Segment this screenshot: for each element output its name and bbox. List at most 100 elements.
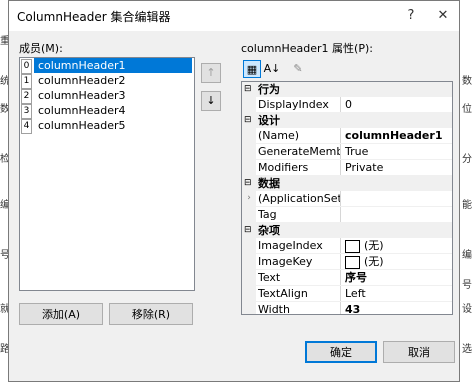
property-value: (无) — [364, 239, 384, 252]
ok-button[interactable]: 确定 — [305, 341, 377, 363]
item-label: columnHeader3 — [38, 89, 126, 102]
category-label: 杂项 — [258, 224, 280, 237]
collapse-icon[interactable]: ⊟ — [244, 113, 254, 128]
property-row[interactable]: Text 序号 — [242, 270, 452, 286]
item-index: 3 — [21, 104, 32, 119]
property-value[interactable]: Private — [345, 160, 383, 175]
list-item[interactable]: 0 columnHeader1 — [20, 58, 194, 74]
item-index: 0 — [21, 59, 32, 74]
property-row[interactable]: ImageKey (无) — [242, 254, 452, 270]
background-text: 能 — [462, 200, 472, 211]
property-name: (Name) — [258, 128, 341, 143]
background-text: 号 — [462, 280, 472, 291]
category-label: 数据 — [258, 177, 280, 190]
row-gutter — [242, 286, 256, 301]
property-name: Tag — [258, 207, 341, 222]
item-label: columnHeader5 — [38, 119, 126, 132]
background-window-right: 数 位 分 能 编 号 设 选 — [459, 0, 474, 382]
cancel-button[interactable]: 取消 — [383, 341, 455, 363]
property-row[interactable]: Modifiers Private — [242, 160, 452, 176]
background-text: 选 — [462, 344, 472, 355]
category-header[interactable]: ⊟ 行为 — [242, 82, 452, 97]
background-text: 编 — [462, 250, 472, 261]
property-name: Modifiers — [258, 160, 341, 175]
item-index: 1 — [21, 74, 32, 89]
expand-icon[interactable]: › — [242, 191, 256, 206]
members-list[interactable]: 0 columnHeader1 1 columnHeader2 2 column… — [19, 57, 195, 291]
alphabetical-icon[interactable]: A↓ — [263, 60, 281, 78]
property-name: GenerateMembe — [258, 144, 341, 159]
row-gutter — [242, 144, 256, 159]
move-up-button[interactable]: ↑ — [201, 63, 221, 83]
row-gutter — [242, 97, 256, 112]
category-label: 设计 — [258, 114, 280, 127]
categorized-icon[interactable]: ▦ — [243, 60, 261, 78]
help-icon[interactable]: ? — [397, 3, 425, 29]
close-icon[interactable]: ✕ — [429, 3, 457, 29]
property-value[interactable]: True — [345, 144, 368, 159]
item-label: columnHeader2 — [38, 74, 126, 87]
category-header[interactable]: ⊟ 设计 — [242, 113, 452, 128]
property-value-wrap[interactable]: (无) — [345, 254, 384, 269]
move-down-button[interactable]: ↓ — [201, 91, 221, 111]
list-item[interactable]: 3 columnHeader4 — [20, 103, 194, 119]
property-name: (ApplicationSettin — [258, 191, 341, 206]
property-row[interactable]: TextAlign Left — [242, 286, 452, 302]
property-row[interactable]: Width 43 — [242, 302, 452, 314]
list-item[interactable]: 2 columnHeader3 — [20, 88, 194, 104]
background-text: 位 — [462, 104, 472, 115]
list-item[interactable]: 4 columnHeader5 — [20, 118, 194, 134]
property-row[interactable]: (Name) columnHeader1 — [242, 128, 452, 144]
properties-label: columnHeader1 属性(P): — [241, 42, 373, 55]
list-item[interactable]: 1 columnHeader2 — [20, 73, 194, 89]
property-value[interactable]: 43 — [345, 302, 360, 314]
item-index: 4 — [21, 119, 32, 134]
add-button[interactable]: 添加(A) — [19, 303, 103, 325]
property-value-wrap[interactable]: (无) — [345, 238, 384, 253]
property-name: ImageIndex — [258, 238, 341, 253]
property-value[interactable]: columnHeader1 — [345, 128, 442, 143]
row-gutter — [242, 302, 256, 314]
property-value[interactable]: Left — [345, 286, 366, 301]
image-preview-icon — [345, 239, 360, 253]
collapse-icon[interactable]: ⊟ — [244, 176, 254, 191]
window-title: ColumnHeader 集合编辑器 — [17, 10, 171, 24]
collapse-icon[interactable]: ⊟ — [244, 82, 254, 97]
category-header[interactable]: ⊟ 数据 — [242, 176, 452, 191]
background-text: 数 — [462, 76, 472, 87]
property-row[interactable]: DisplayIndex 0 — [242, 97, 452, 113]
property-row[interactable]: ImageIndex (无) — [242, 238, 452, 254]
image-preview-icon — [345, 255, 360, 269]
property-pages-icon[interactable]: ✎ — [289, 60, 307, 78]
collapse-icon[interactable]: ⊟ — [244, 223, 254, 238]
collection-editor-dialog: ColumnHeader 集合编辑器 ? ✕ 成员(M): 0 columnHe… — [8, 0, 460, 382]
title-bar[interactable]: ColumnHeader 集合编辑器 ? ✕ — [9, 1, 459, 31]
row-gutter — [242, 238, 256, 253]
row-gutter — [242, 207, 256, 222]
remove-button[interactable]: 移除(R) — [109, 303, 193, 325]
property-row[interactable]: Tag — [242, 207, 452, 223]
property-row[interactable]: › (ApplicationSettin — [242, 191, 452, 207]
property-value: (无) — [364, 255, 384, 268]
property-value[interactable]: 0 — [345, 97, 352, 112]
property-name: ImageKey — [258, 254, 341, 269]
item-label: columnHeader4 — [38, 104, 126, 117]
property-name: TextAlign — [258, 286, 341, 301]
row-gutter — [242, 254, 256, 269]
property-grid[interactable]: ⊟ 行为 DisplayIndex 0 ⊟ 设计 (Name) columnHe… — [241, 81, 453, 315]
item-label: columnHeader1 — [34, 58, 192, 73]
property-name: Width — [258, 302, 341, 314]
members-label: 成员(M): — [19, 42, 63, 55]
property-row[interactable]: GenerateMembe True — [242, 144, 452, 160]
property-value[interactable]: 序号 — [345, 270, 367, 285]
background-text: 设 — [462, 304, 472, 315]
property-name: DisplayIndex — [258, 97, 341, 112]
category-label: 行为 — [258, 83, 280, 96]
background-text: 分 — [462, 154, 472, 165]
arrow-down-icon: ↓ — [206, 94, 216, 107]
row-gutter — [242, 270, 256, 285]
category-header[interactable]: ⊟ 杂项 — [242, 223, 452, 238]
row-gutter — [242, 128, 256, 143]
item-index: 2 — [21, 89, 32, 104]
row-gutter — [242, 160, 256, 175]
